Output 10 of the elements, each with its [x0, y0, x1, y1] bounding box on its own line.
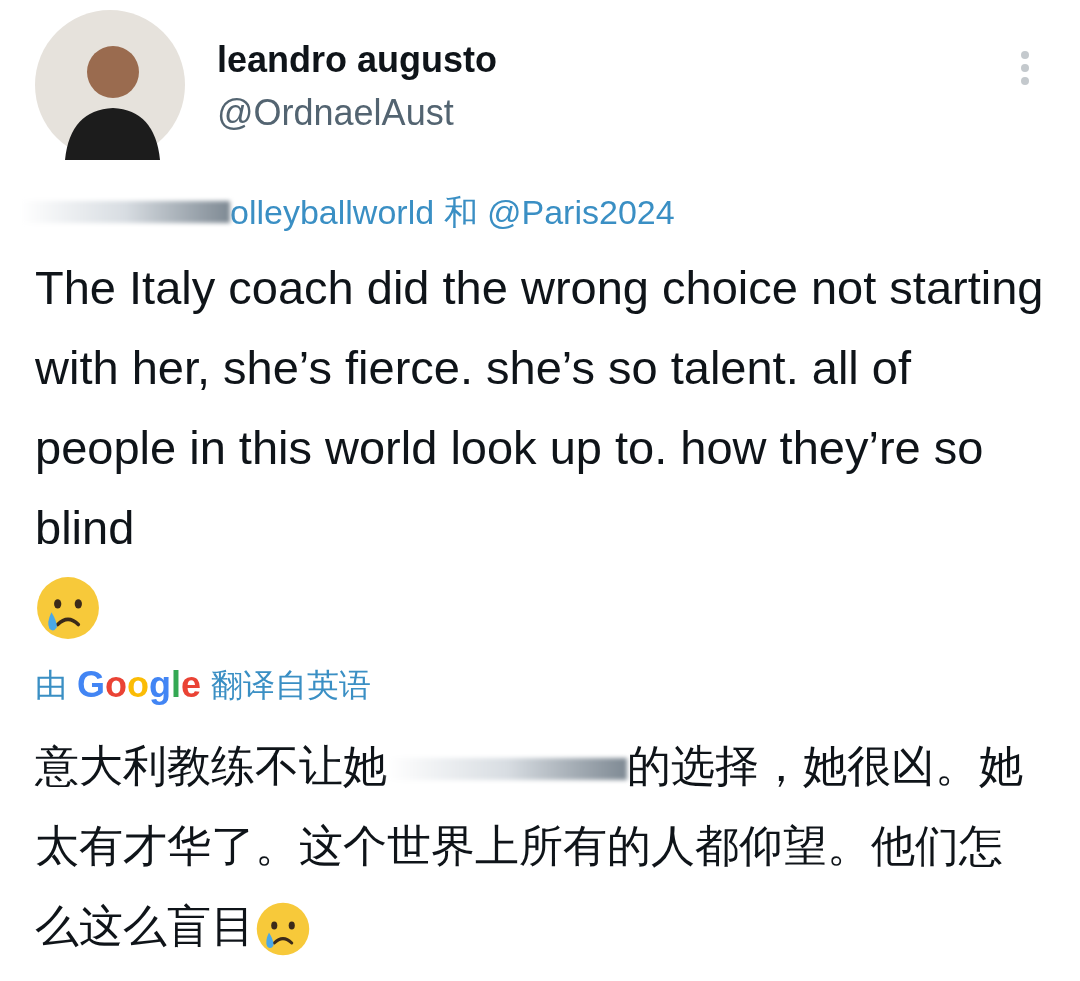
crying-face-icon	[35, 575, 101, 641]
author-handle[interactable]: @OrdnaelAust	[217, 86, 1020, 140]
translation-source[interactable]: 翻译自英语	[211, 661, 372, 709]
tweet-text: The Italy coach did the wrong choice not starting with her, she’s fierce. she’s so talent. all of people in this world look up to. how they’re so blind	[35, 260, 1045, 556]
author-name[interactable]: leandro augusto	[217, 38, 1020, 82]
translated-text: 意大利教练不让她 的选择，她很凶。她太有才华了。这个世界上所有的人都仰望。他们怎么这么盲目	[35, 726, 1045, 966]
google-brand[interactable]: Google	[77, 658, 202, 712]
translation-prefix: 由	[35, 666, 67, 705]
crying-face-icon	[255, 901, 311, 958]
reply-mentions[interactable]: olleyballworld 和 @Paris2024	[230, 190, 675, 234]
